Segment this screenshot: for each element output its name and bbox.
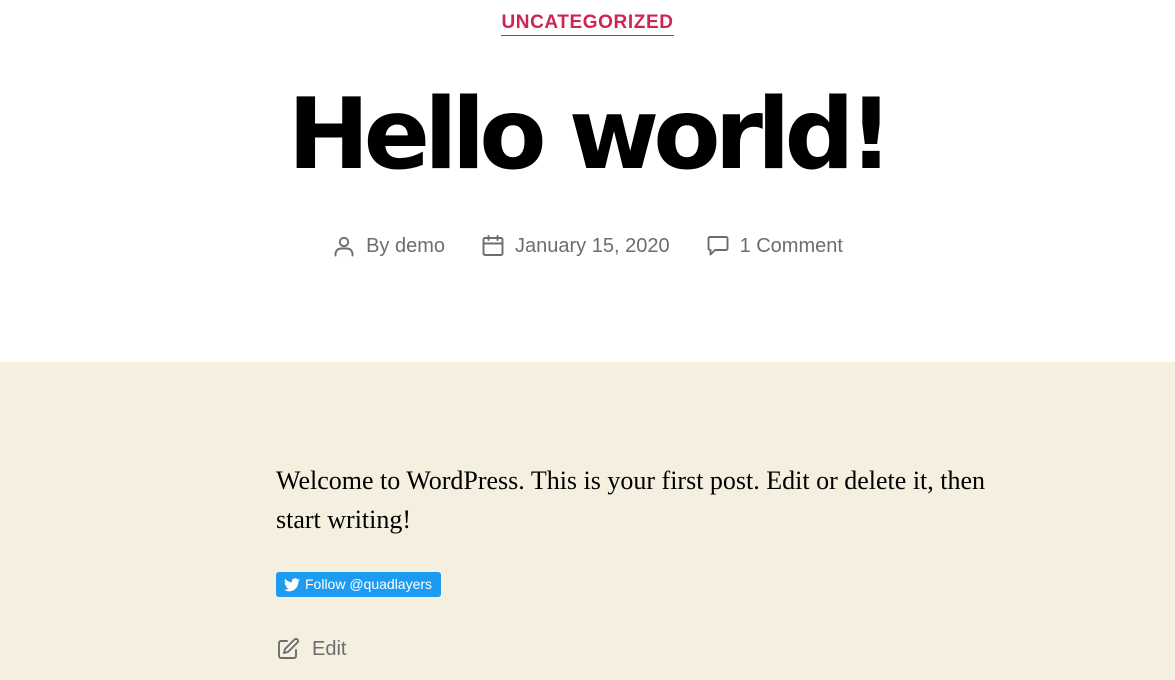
follow-label: Follow @quadlayers xyxy=(305,576,433,592)
post-body-text: Welcome to WordPress. This is your first… xyxy=(276,466,986,534)
post-content: Welcome to WordPress. This is your first… xyxy=(0,362,1175,680)
calendar-icon xyxy=(482,235,504,256)
post-header: UNCATEGORIZED Hello world! By demo Janua… xyxy=(0,0,1175,362)
meta-comments: 1 Comment xyxy=(706,232,843,260)
comment-bubble-icon xyxy=(707,236,729,256)
twitter-follow-button[interactable]: Follow @quadlayers xyxy=(276,572,442,597)
edit-post-link[interactable]: Edit xyxy=(276,637,346,661)
meta-author: By demo xyxy=(332,232,445,260)
twitter-bird-icon xyxy=(284,577,300,591)
meta-date: January 15, 2020 xyxy=(481,232,670,260)
category-row: UNCATEGORIZED xyxy=(0,12,1175,36)
category-link[interactable]: UNCATEGORIZED xyxy=(501,12,674,36)
edit-pencil-icon xyxy=(278,638,299,659)
date-link[interactable]: January 15, 2020 xyxy=(515,232,670,260)
author-link[interactable]: By demo xyxy=(366,232,445,260)
edit-label: Edit xyxy=(312,637,347,660)
post-meta: By demo January 15, 2020 1 Comment xyxy=(0,232,1175,260)
post-title: Hello world! xyxy=(287,78,894,192)
comments-link[interactable]: 1 Comment xyxy=(740,232,843,260)
user-icon xyxy=(334,236,354,257)
